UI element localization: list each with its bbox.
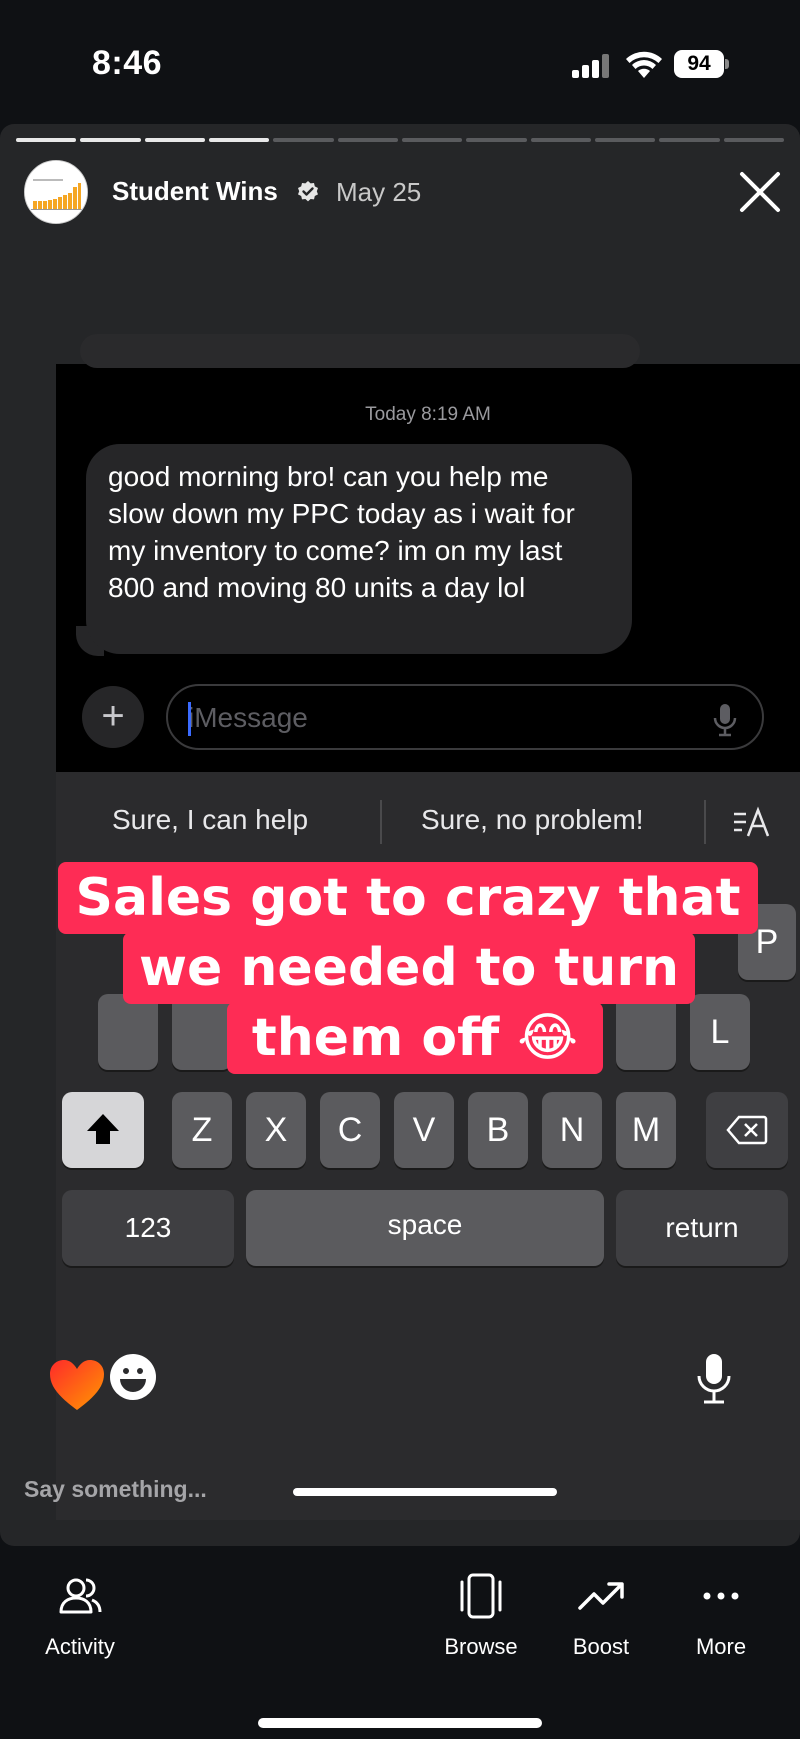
shift-key [62, 1092, 144, 1168]
story-progress-bar [16, 138, 784, 142]
key: M [616, 1092, 676, 1168]
nav-browse[interactable]: Browse [436, 1572, 526, 1660]
browse-icon [460, 1573, 502, 1619]
progress-segment [401, 138, 463, 142]
trending-up-icon [578, 1582, 624, 1610]
nav-label: Boost [572, 1634, 630, 1659]
progress-segment [16, 138, 77, 142]
microphone-icon [713, 704, 737, 737]
key [98, 994, 158, 1070]
caption-line: them off 😂 [227, 1002, 603, 1074]
keyboard-tray [50, 1354, 800, 1484]
emoji-icon [110, 1354, 156, 1400]
story-username[interactable]: Student Wins [112, 176, 278, 207]
status-bar: 8:46 94 [0, 0, 800, 120]
story-viewer[interactable]: Student Wins May 25 Today 8:19 AM good m… [0, 124, 800, 1546]
key [616, 994, 676, 1070]
nav-label: More [695, 1634, 747, 1659]
progress-segment [144, 138, 205, 142]
plus-icon: + [82, 686, 144, 748]
close-icon[interactable] [736, 168, 784, 216]
backspace-icon [726, 1115, 768, 1145]
nav-activity[interactable]: Activity [30, 1572, 130, 1660]
people-icon [59, 1578, 102, 1614]
progress-segment [594, 138, 656, 142]
message-bubble: good morning bro! can you help me slow d… [86, 444, 632, 654]
wifi-icon [626, 51, 662, 78]
key: L [690, 994, 750, 1070]
bottom-nav: Activity Browse Boost More [0, 1546, 800, 1739]
nav-boost[interactable]: Boost [556, 1572, 646, 1660]
progress-segment [466, 138, 527, 142]
caption-line: Sales got to crazy that [58, 862, 758, 934]
key: V [394, 1092, 454, 1168]
chart-thumbnail-icon [25, 161, 87, 223]
suggestion-item: Sure, no problem! [421, 804, 644, 835]
key: X [246, 1092, 306, 1168]
progress-segment [659, 138, 720, 142]
cellular-signal-icon [572, 54, 612, 78]
home-indicator [258, 1718, 542, 1728]
imessage-placeholder: iMessage [188, 702, 308, 733]
nav-label: Activity [45, 1634, 115, 1659]
imessage-field: iMessage [166, 684, 764, 750]
key: C [320, 1092, 380, 1168]
shift-icon [87, 1114, 119, 1144]
caption-line: we needed to turn [123, 932, 695, 1004]
progress-segment [530, 138, 591, 142]
progress-segment [208, 138, 270, 142]
numbers-key: 123 [62, 1190, 234, 1266]
progress-segment [723, 138, 784, 142]
progress-segment [273, 138, 334, 142]
previous-message-bubble [80, 334, 640, 368]
dictation-mic-icon [697, 1354, 731, 1404]
reply-input[interactable]: Say something... [24, 1476, 207, 1503]
verified-badge-icon [298, 181, 318, 202]
return-key: return [616, 1190, 788, 1266]
battery-level: 94 [674, 50, 724, 78]
more-icon [703, 1592, 739, 1600]
key: N [542, 1092, 602, 1168]
key: Z [172, 1092, 232, 1168]
battery-icon: 94 [674, 50, 730, 78]
message-timestamp: Today 8:19 AM [365, 404, 491, 425]
progress-segment [337, 138, 398, 142]
suggestion-item: Sure, I can help [112, 804, 309, 835]
nav-more[interactable]: More [676, 1572, 766, 1660]
status-time: 8:46 [92, 44, 163, 82]
delete-key [706, 1092, 788, 1168]
story-date: May 25 [336, 177, 422, 207]
screenshot-home-indicator [293, 1488, 557, 1496]
key [172, 994, 232, 1070]
message-thread: Today 8:19 AM good morning bro! can you … [56, 334, 800, 772]
key: B [468, 1092, 528, 1168]
predictive-suggestions: Sure, I can help Sure, no problem! [56, 772, 800, 872]
text-cursor [188, 702, 191, 736]
avatar[interactable] [24, 160, 88, 224]
space-key: space [246, 1190, 604, 1266]
text-format-icon [734, 806, 770, 837]
nav-label: Browse [444, 1634, 518, 1659]
heart-icon [50, 1360, 104, 1410]
progress-segment [80, 138, 141, 142]
